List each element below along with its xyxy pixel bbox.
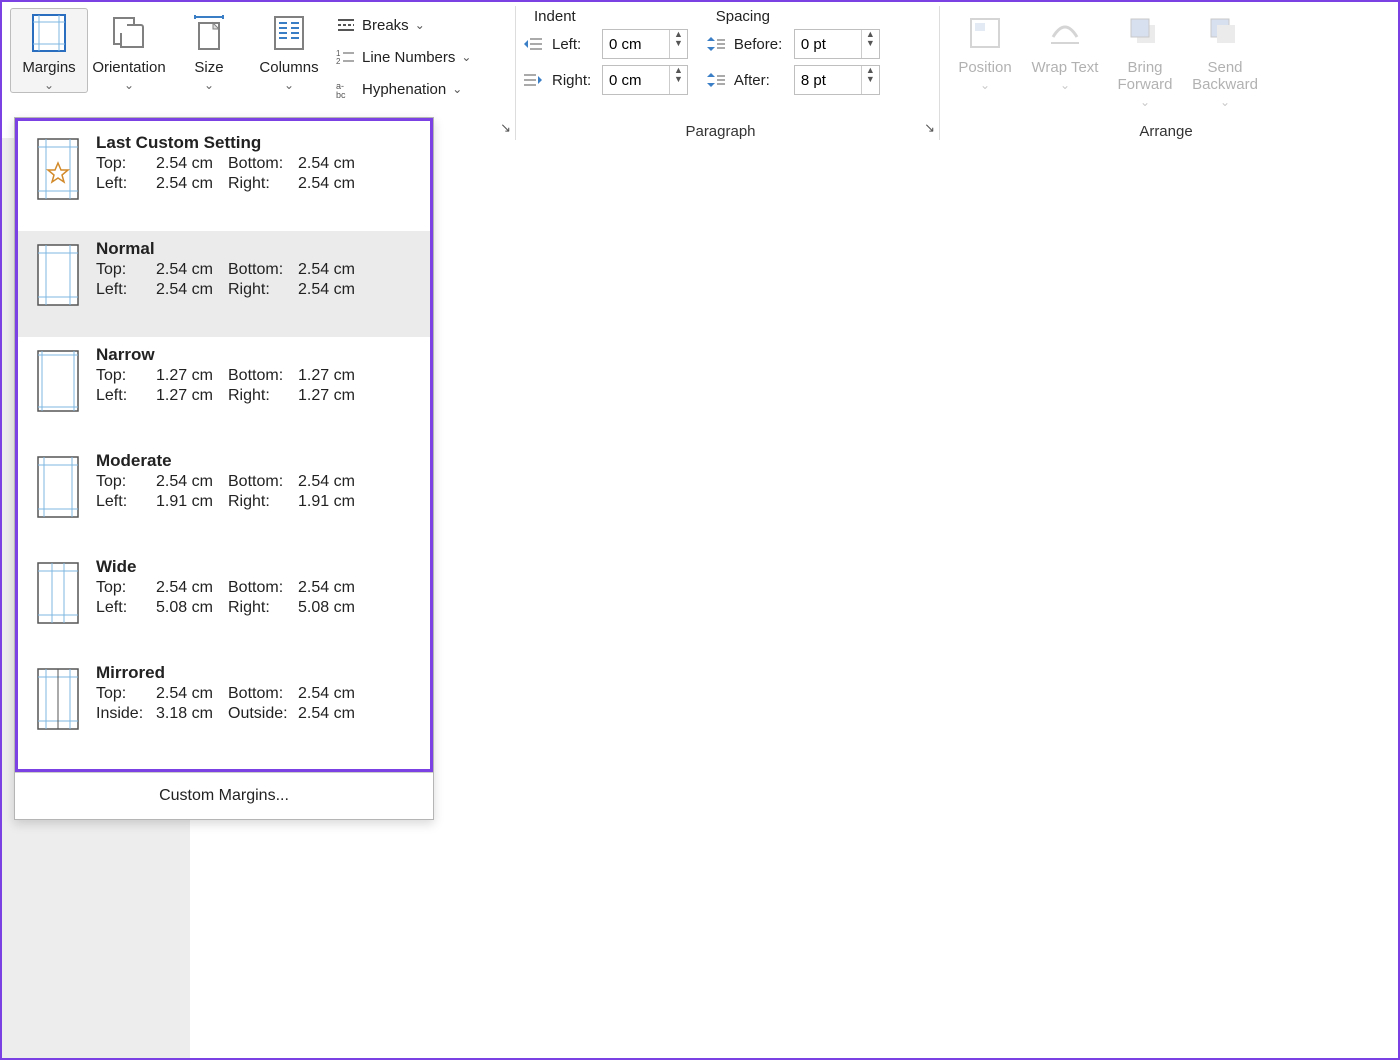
bring-forward-label: Bring Forward (1109, 59, 1181, 93)
spacing-after-label: After: (734, 72, 786, 89)
preset-values: Top:2.54 cmBottom:2.54 cm Left:1.91 cmRi… (96, 473, 418, 511)
size-button[interactable]: Size ⌄ (170, 8, 248, 93)
preset-values: Top:2.54 cmBottom:2.54 cm Left:2.54 cmRi… (96, 155, 418, 193)
send-backward-label: Send Backward (1189, 59, 1261, 93)
custom-margins-button[interactable]: Custom Margins... (15, 772, 433, 819)
columns-button[interactable]: Columns ⌄ (250, 8, 328, 93)
preset-values: Top:2.54 cmBottom:2.54 cm Inside:3.18 cm… (96, 685, 418, 723)
indent-left-label: Left: (552, 36, 594, 53)
margin-preset-icon (34, 243, 82, 307)
margins-label: Margins (22, 59, 75, 76)
line-numbers-icon: 12 (336, 47, 356, 67)
hyphenation-icon: a-bc (336, 79, 356, 99)
svg-text:2: 2 (336, 57, 341, 66)
preset-values: Top:2.54 cmBottom:2.54 cm Left:5.08 cmRi… (96, 579, 418, 617)
position-label: Position (958, 59, 1011, 76)
indent-right-label: Right: (552, 72, 594, 89)
breaks-icon (336, 15, 356, 35)
wrap-text-button: Wrap Text ⌄ (1026, 8, 1104, 93)
chevron-down-icon: ⌄ (980, 78, 990, 92)
indent-header: Indent (534, 8, 576, 25)
spacing-before-icon (704, 35, 726, 53)
size-label: Size (194, 59, 223, 76)
preset-title: Moderate (96, 451, 418, 471)
arrange-group-label: Arrange (940, 123, 1392, 140)
paragraph-group-label: Paragraph (516, 123, 925, 140)
margins-preset-normal[interactable]: Normal Top:2.54 cmBottom:2.54 cm Left:2.… (18, 231, 430, 337)
spacing-header: Spacing (716, 8, 770, 25)
position-button: Position ⌄ (946, 8, 1024, 93)
send-backward-button: Send Backward ⌄ (1186, 8, 1264, 110)
chevron-down-icon: ⌄ (452, 82, 462, 96)
indent-left-input[interactable]: ▲▼ (602, 29, 688, 59)
chevron-down-icon: ⌄ (1220, 95, 1230, 109)
chevron-down-icon: ⌄ (415, 18, 425, 32)
orientation-label: Orientation (92, 59, 165, 76)
margin-preset-icon (34, 561, 82, 625)
chevron-down-icon: ⌄ (204, 78, 214, 92)
orientation-icon (109, 13, 149, 53)
margins-icon (29, 13, 69, 53)
margins-dropdown: Last Custom Setting Top:2.54 cmBottom:2.… (14, 117, 434, 820)
wrap-text-label: Wrap Text (1032, 59, 1099, 76)
breaks-button[interactable]: Breaks ⌄ (330, 12, 477, 38)
svg-text:bc: bc (336, 90, 346, 99)
spacing-before-label: Before: (734, 36, 786, 53)
margin-preset-icon (34, 349, 82, 413)
spacing-after-icon (704, 71, 726, 89)
margins-preset-mirrored[interactable]: Mirrored Top:2.54 cmBottom:2.54 cm Insid… (18, 655, 430, 761)
send-backward-icon (1205, 13, 1245, 53)
group-arrange: Position ⌄ Wrap Text ⌄ Bring Forward ⌄ S… (940, 6, 1396, 140)
breaks-label: Breaks (362, 17, 409, 34)
preset-values: Top:2.54 cmBottom:2.54 cm Left:2.54 cmRi… (96, 261, 418, 299)
margins-button[interactable]: Margins ⌄ (10, 8, 88, 93)
group-paragraph: Indent Spacing Left: ▲▼ Before: ▲▼ Right… (516, 6, 940, 140)
preset-title: Narrow (96, 345, 418, 365)
margins-preset-narrow[interactable]: Narrow Top:1.27 cmBottom:1.27 cm Left:1.… (18, 337, 430, 443)
margin-preset-icon (34, 137, 82, 201)
bring-forward-icon (1125, 13, 1165, 53)
margin-preset-icon (34, 455, 82, 519)
preset-title: Normal (96, 239, 418, 259)
chevron-down-icon: ⌄ (1060, 78, 1070, 92)
indent-right-input[interactable]: ▲▼ (602, 65, 688, 95)
orientation-button[interactable]: Orientation ⌄ (90, 8, 168, 93)
chevron-down-icon: ⌄ (1140, 95, 1150, 109)
preset-title: Wide (96, 557, 418, 577)
columns-label: Columns (259, 59, 318, 76)
hyphenation-label: Hyphenation (362, 81, 446, 98)
chevron-down-icon: ⌄ (284, 78, 294, 92)
hyphenation-button[interactable]: a-bc Hyphenation ⌄ (330, 76, 477, 102)
margin-preset-icon (34, 667, 82, 731)
spacing-before-input[interactable]: ▲▼ (794, 29, 880, 59)
paragraph-launcher-icon[interactable]: ↘ (924, 120, 935, 136)
line-numbers-button[interactable]: 12 Line Numbers ⌄ (330, 44, 477, 70)
chevron-down-icon: ⌄ (44, 78, 54, 92)
preset-title: Last Custom Setting (96, 133, 418, 153)
margins-preset-last-custom-setting[interactable]: Last Custom Setting Top:2.54 cmBottom:2.… (18, 125, 430, 231)
position-icon (965, 13, 1005, 53)
indent-left-icon (522, 35, 544, 53)
line-numbers-label: Line Numbers (362, 49, 455, 66)
preset-title: Mirrored (96, 663, 418, 683)
wrap-text-icon (1045, 13, 1085, 53)
chevron-down-icon: ⌄ (461, 50, 471, 64)
margins-preset-moderate[interactable]: Moderate Top:2.54 cmBottom:2.54 cm Left:… (18, 443, 430, 549)
spacing-after-input[interactable]: ▲▼ (794, 65, 880, 95)
preset-values: Top:1.27 cmBottom:1.27 cm Left:1.27 cmRi… (96, 367, 418, 405)
margins-preset-wide[interactable]: Wide Top:2.54 cmBottom:2.54 cm Left:5.08… (18, 549, 430, 655)
page-setup-launcher-icon[interactable]: ↘ (500, 120, 511, 136)
size-icon (189, 13, 229, 53)
indent-right-icon (522, 71, 544, 89)
chevron-down-icon: ⌄ (124, 78, 134, 92)
bring-forward-button: Bring Forward ⌄ (1106, 8, 1184, 110)
columns-icon (269, 13, 309, 53)
